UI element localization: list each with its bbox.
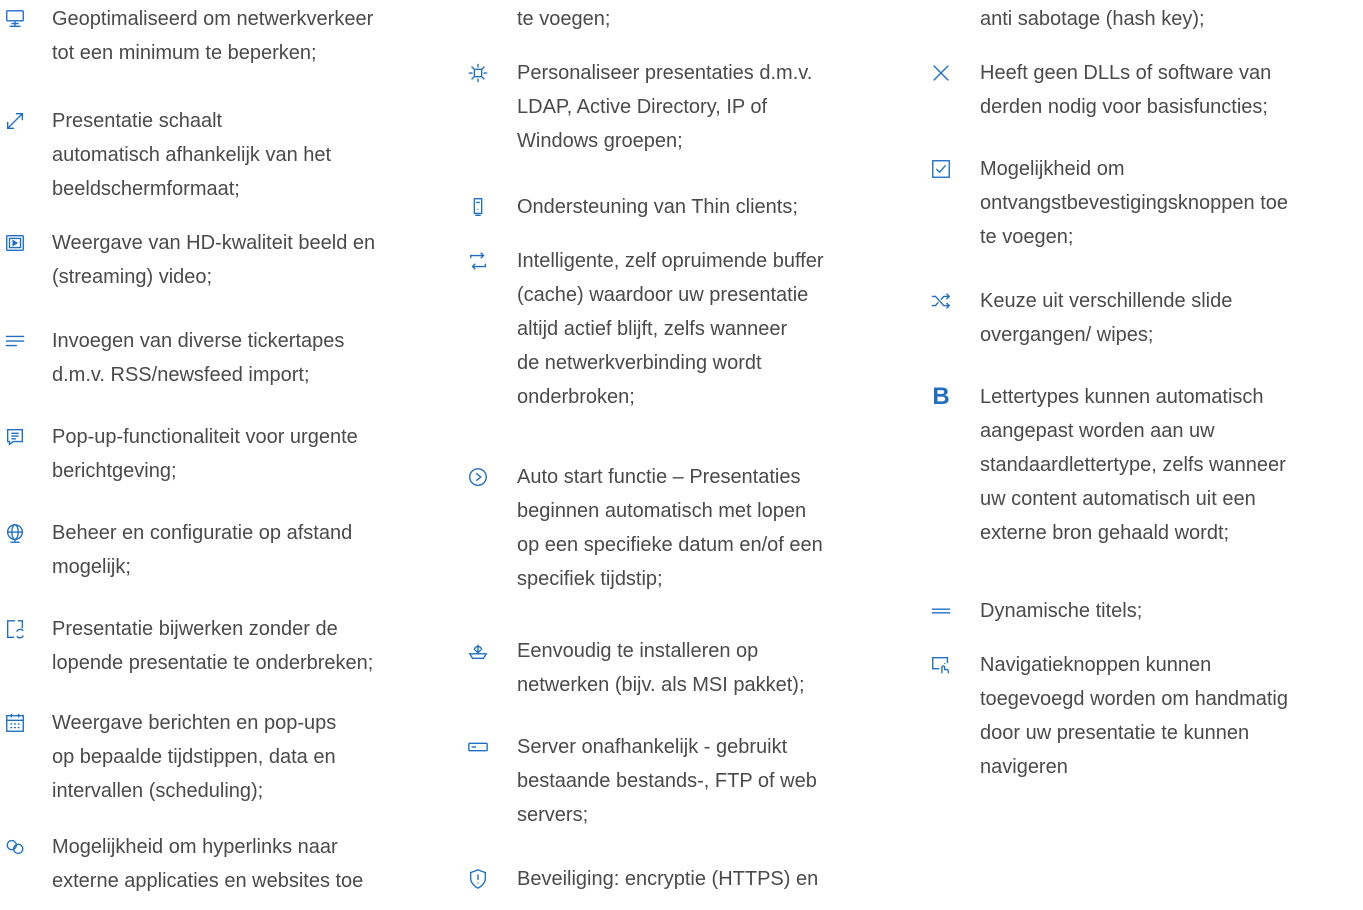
feature-text: Lettertypes kunnen automatisch aangepast… — [980, 386, 1286, 544]
feature-text: Weergave berichten en pop-ups op bepaald… — [52, 712, 337, 802]
shuffle-icon — [930, 290, 952, 312]
feature-text: Presentatie schaalt automatisch afhankel… — [52, 110, 332, 200]
feature-text: Heeft geen DLLs of software van derden n… — [980, 62, 1272, 118]
feature-text: Presentatie bijwerken zonder de lopende … — [52, 618, 374, 674]
feature-text: Weergave van HD-kwaliteit beeld en (stre… — [52, 232, 376, 288]
feature-text: Beheer en configuratie op afstand mogeli… — [52, 522, 353, 578]
brightness-icon — [467, 62, 489, 84]
bold-icon: B — [932, 383, 950, 410]
feature-text: Personaliseer presentaties d.m.v. LDAP, … — [517, 62, 813, 152]
feature-text: Server onafhankelijk - gebruikt bestaand… — [517, 736, 817, 826]
feature-text: Pop-up-functionaliteit voor urgente beri… — [52, 426, 358, 482]
feature-text: Keuze uit verschillende slide overgangen… — [980, 290, 1233, 346]
feature-text: Ondersteuning van Thin clients; — [517, 196, 798, 218]
globe-icon — [4, 522, 26, 544]
feature-text: Invoegen van diverse tickertapes d.m.v. … — [52, 330, 345, 386]
thin-client-icon — [467, 196, 489, 218]
install-icon — [467, 640, 489, 662]
feature-text: te voegen; — [517, 8, 611, 30]
popup-message-icon — [4, 426, 26, 448]
monitor-network-icon — [4, 8, 26, 30]
feature-text: Eenvoudig te installeren op netwerken (b… — [517, 640, 805, 696]
close-icon — [930, 62, 952, 84]
checkbox-icon — [930, 158, 952, 180]
resize-diagonal-icon — [4, 110, 26, 132]
link-icon — [4, 836, 26, 858]
feature-text: Mogelijkheid om hyperlinks naar externe … — [52, 836, 364, 892]
feature-text: Auto start functie – Presentaties beginn… — [517, 466, 823, 590]
feature-text: Mogelijkheid om ontvangstbevestigingskno… — [980, 158, 1289, 248]
feature-text: Intelligente, zelf opruimende buffer (ca… — [517, 250, 824, 408]
video-player-icon — [4, 232, 26, 254]
touch-screen-icon — [930, 654, 952, 676]
equals-icon — [930, 600, 952, 622]
shield-alert-icon — [467, 868, 489, 890]
document-refresh-icon — [4, 618, 26, 640]
feature-text: Beveiliging: encryptie (HTTPS) en — [517, 868, 819, 890]
feature-text: Navigatieknoppen kunnen toegevoegd worde… — [980, 654, 1288, 778]
play-circle-icon — [467, 466, 489, 488]
server-icon — [467, 736, 489, 758]
calendar-icon — [4, 712, 26, 734]
ticker-lines-icon — [4, 330, 26, 352]
feature-text: anti sabotage (hash key); — [980, 8, 1205, 30]
feature-text: Geoptimaliseerd om netwerkverkeer tot ee… — [52, 8, 374, 64]
repeat-icon — [467, 250, 489, 272]
feature-text: Dynamische titels; — [980, 600, 1143, 622]
